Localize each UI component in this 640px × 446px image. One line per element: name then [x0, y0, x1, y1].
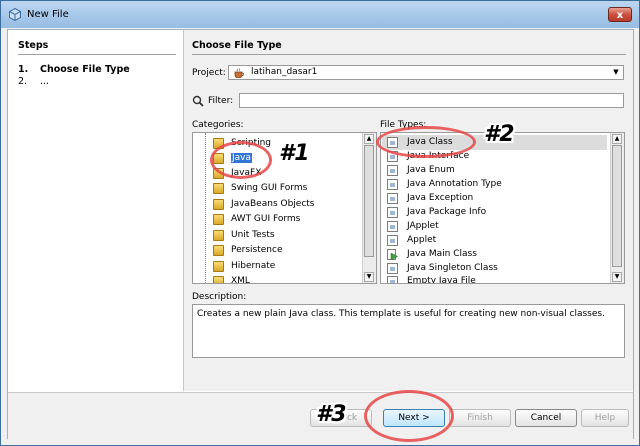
- window-title: New File: [27, 9, 69, 20]
- categories-scrollbar[interactable]: ▲ ▼: [362, 133, 376, 283]
- scroll-thumb[interactable]: [612, 145, 622, 267]
- help-button[interactable]: Help: [581, 409, 629, 427]
- chevron-down-icon[interactable]: ▼: [610, 67, 622, 78]
- java-file-icon: [387, 207, 398, 218]
- annotation-ring-1: [210, 141, 272, 179]
- annotation-ring-2: [376, 126, 476, 158]
- description-label: Description:: [192, 292, 247, 302]
- category-label: Persistence: [231, 245, 283, 255]
- java-file-icon: [387, 179, 398, 190]
- step-label: ...: [40, 76, 50, 87]
- description-text: Creates a new plain Java class. This tem…: [197, 309, 605, 319]
- folder-icon: [213, 230, 224, 241]
- java-cup-icon: [234, 68, 245, 78]
- step-item: 2....: [18, 76, 49, 87]
- close-button[interactable]: x: [608, 7, 632, 22]
- step-label: Choose File Type: [40, 64, 130, 75]
- folder-icon: [213, 199, 224, 210]
- category-label: Hibernate: [231, 261, 276, 271]
- folder-icon: [213, 214, 224, 225]
- annotation-label-3: #3: [316, 402, 347, 427]
- project-value: latihan_dasar1: [251, 67, 318, 77]
- file-type-label: Java Singleton Class: [407, 263, 498, 273]
- scroll-up-icon[interactable]: ▲: [612, 134, 622, 144]
- category-label: Swing GUI Forms: [231, 183, 308, 193]
- folder-icon: [213, 183, 224, 194]
- folder-icon: [213, 245, 224, 256]
- steps-heading: Steps: [18, 40, 49, 51]
- categories-label: Categories:: [192, 120, 244, 130]
- scroll-down-icon[interactable]: ▼: [364, 272, 374, 282]
- title-bar[interactable]: New File x: [1, 1, 639, 28]
- java-file-icon: [387, 235, 398, 246]
- annotation-label-1: #1: [279, 141, 310, 166]
- java-file-icon: [387, 165, 398, 176]
- annotation-ring-3: [364, 390, 454, 442]
- filter-label: Filter:: [208, 96, 234, 106]
- annotation-label-2: #2: [484, 122, 515, 147]
- new-file-dialog: New File x Steps 1. Choose File Type 2...…: [0, 0, 640, 446]
- file-type-label: Java Annotation Type: [407, 179, 502, 189]
- java-file-icon: [387, 276, 398, 283]
- main-class-icon: [387, 249, 398, 260]
- java-file-icon: [387, 263, 398, 274]
- finish-button[interactable]: Finish: [449, 409, 511, 427]
- folder-icon: [213, 276, 224, 283]
- file-types-scrollbar[interactable]: ▲ ▼: [610, 133, 624, 283]
- file-type-label: Java Exception: [407, 193, 474, 203]
- java-file-icon: [387, 221, 398, 232]
- filter-input[interactable]: [239, 93, 624, 108]
- steps-panel: Steps 1. Choose File Type 2....: [8, 30, 184, 391]
- folder-icon: [213, 261, 224, 272]
- project-label: Project:: [192, 68, 226, 78]
- divider: [192, 54, 626, 55]
- file-type-label: Java Package Info: [407, 207, 487, 217]
- category-label: AWT GUI Forms: [231, 214, 301, 224]
- file-type-label: Java Enum: [407, 165, 455, 175]
- scroll-down-icon[interactable]: ▼: [612, 272, 622, 282]
- file-type-label: Java Main Class: [407, 249, 477, 259]
- cancel-button[interactable]: Cancel: [515, 409, 577, 427]
- scroll-thumb[interactable]: [364, 145, 374, 257]
- divider: [18, 54, 176, 55]
- search-icon: [192, 95, 204, 107]
- category-label: XML: [231, 276, 250, 284]
- panel-heading: Choose File Type: [192, 40, 282, 51]
- main-panel: Choose File Type Project: latihan_dasar1…: [184, 30, 633, 391]
- project-combobox[interactable]: latihan_dasar1 ▼: [228, 65, 624, 80]
- netbeans-cube-icon: [9, 8, 21, 21]
- java-file-icon: [387, 193, 398, 204]
- category-label: Unit Tests: [231, 230, 275, 240]
- category-label: JavaBeans Objects: [231, 199, 315, 209]
- step-number: 1.: [18, 64, 29, 75]
- tree-guide-line: [205, 133, 206, 283]
- step-number: 2.: [18, 76, 28, 87]
- scroll-up-icon[interactable]: ▲: [364, 134, 374, 144]
- file-type-label: Empty Java File: [407, 276, 476, 284]
- dialog-client: Steps 1. Choose File Type 2.... Choose Fi…: [7, 29, 634, 439]
- file-type-label: JApplet: [407, 221, 439, 231]
- description-box: Creates a new plain Java class. This tem…: [192, 304, 625, 358]
- file-type-label: Applet: [407, 235, 437, 245]
- step-item: 1. Choose File Type: [18, 64, 130, 75]
